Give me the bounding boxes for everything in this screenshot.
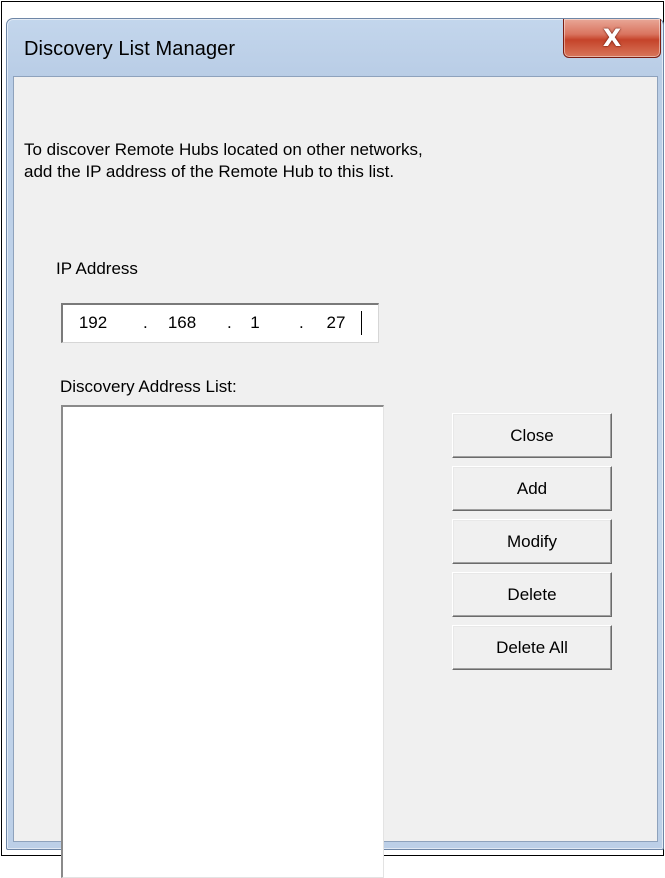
intro-line-2: add the IP address of the Remote Hub to … <box>24 162 395 181</box>
ip-dot-3: . <box>299 313 304 332</box>
ip-dot-1: . <box>143 313 148 332</box>
ip-octet-2[interactable]: 168 <box>158 313 206 333</box>
ip-octet-3[interactable]: 1 <box>231 313 279 333</box>
add-button[interactable]: Add <box>452 466 612 511</box>
text-caret <box>361 311 362 335</box>
delete-all-button[interactable]: Delete All <box>452 625 612 670</box>
ip-octet-4[interactable]: 27 <box>312 313 360 333</box>
ip-address-label: IP Address <box>56 259 138 278</box>
frame-highlight <box>227 846 307 848</box>
discovery-list-manager-window: Discovery List Manager X To discover Rem… <box>6 18 664 878</box>
ip-octet-1[interactable]: 192 <box>69 313 117 333</box>
discovery-address-list-label: Discovery Address List: <box>60 377 237 396</box>
modify-button[interactable]: Modify <box>452 519 612 564</box>
delete-button[interactable]: Delete <box>452 572 612 617</box>
close-button[interactable]: Close <box>452 413 612 458</box>
title-bar[interactable]: Discovery List Manager X <box>7 19 663 77</box>
window-close-button[interactable]: X <box>563 19 661 58</box>
ip-address-input[interactable]: 192 . 168 . 1 . 27 <box>61 303 379 343</box>
window-title: Discovery List Manager <box>24 38 236 60</box>
dialog-client-area: To discover Remote Hubs located on other… <box>13 76 658 878</box>
close-icon: X <box>602 24 622 52</box>
intro-text: To discover Remote Hubs located on other… <box>24 139 624 183</box>
intro-line-1: To discover Remote Hubs located on other… <box>24 140 423 159</box>
discovery-address-listbox[interactable] <box>61 405 384 878</box>
